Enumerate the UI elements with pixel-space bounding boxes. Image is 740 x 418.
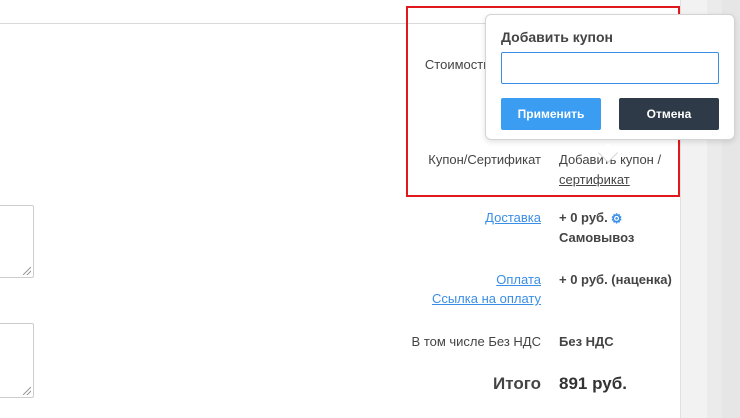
comment-textarea-2[interactable] (0, 323, 34, 398)
total-label: Итого (493, 374, 541, 393)
coupon-popover: Добавить купон Применить Отмена (485, 14, 735, 163)
cancel-button[interactable]: Отмена (619, 98, 719, 130)
coupon-input[interactable] (501, 52, 719, 84)
vat-value: Без НДС (559, 334, 614, 349)
resize-grip-icon[interactable] (23, 267, 31, 275)
total-value: 891 руб. (559, 374, 627, 393)
resize-grip-icon[interactable] (23, 387, 31, 395)
apply-button[interactable]: Применить (501, 98, 601, 130)
payment-value: + 0 руб. (наценка) (559, 272, 672, 287)
delivery-method: Самовывоз (559, 230, 635, 245)
gear-icon[interactable]: ⚙ (611, 212, 623, 225)
delivery-link[interactable]: Доставка (485, 210, 541, 225)
payment-url-row: Ссылка на оплату (281, 291, 541, 306)
delivery-value: + 0 руб. ⚙ (559, 210, 623, 225)
vat-label: В том числе Без НДС (411, 334, 541, 349)
comment-textarea-1[interactable] (0, 205, 34, 278)
payment-url-link[interactable]: Ссылка на оплату (432, 291, 541, 306)
payment-link[interactable]: Оплата (496, 272, 541, 287)
popover-title: Добавить купон (501, 29, 613, 45)
payment-label: Оплата (281, 272, 541, 287)
delivery-label: Доставка (281, 210, 541, 225)
delivery-cost: + 0 руб. (559, 210, 608, 225)
